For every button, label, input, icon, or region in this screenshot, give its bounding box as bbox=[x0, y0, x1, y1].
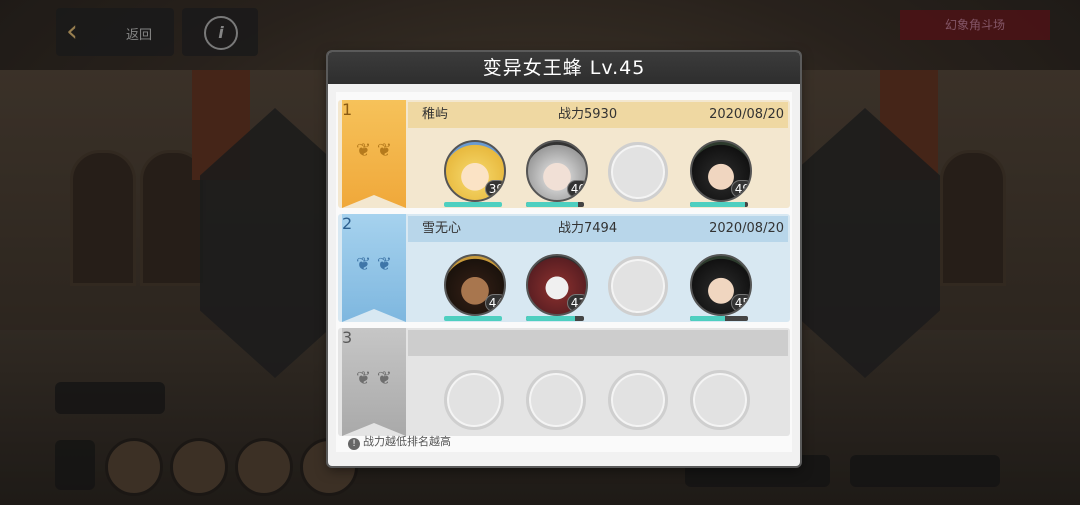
empty-hero-slot[interactable] bbox=[526, 370, 586, 430]
rank-header bbox=[408, 330, 788, 356]
empty-hero-slot[interactable] bbox=[690, 370, 750, 430]
dialog-title: 变异女王蜂 Lv.45 bbox=[328, 52, 800, 84]
empty-hero-slot[interactable] bbox=[608, 370, 668, 430]
rank-row-2: 2 ❦ ❦ 雪无心 战力7494 2020/08/20 44 41 45 bbox=[338, 214, 790, 322]
hero-hp-bar bbox=[526, 202, 584, 207]
combat-power: 战力7494 bbox=[558, 221, 618, 236]
hero-hp-bar bbox=[444, 316, 502, 321]
player-name: 稚屿 bbox=[422, 107, 449, 122]
rank-row-1: 1 ❦ ❦ 稚屿 战力5930 2020/08/20 39 40 49 bbox=[338, 100, 790, 208]
rank-number: 3 bbox=[342, 328, 353, 347]
rank-header: 雪无心 战力7494 2020/08/20 bbox=[408, 216, 788, 242]
empty-hero-slot[interactable] bbox=[608, 256, 668, 316]
footnote-text: 战力越低排名越高 bbox=[363, 435, 451, 448]
hero-hp-bar bbox=[526, 316, 584, 321]
combat-power: 战力5930 bbox=[558, 107, 618, 122]
hero-avatar[interactable]: 49 bbox=[690, 140, 752, 202]
rank-number: 2 bbox=[342, 214, 353, 233]
hero-level: 49 bbox=[730, 180, 750, 198]
hero-avatar[interactable]: 44 bbox=[444, 254, 506, 316]
hero-avatar[interactable]: 45 bbox=[690, 254, 752, 316]
rank-header: 稚屿 战力5930 2020/08/20 bbox=[408, 102, 788, 128]
rank-number: 1 bbox=[342, 100, 353, 119]
laurel-icon: ❦ ❦ bbox=[356, 254, 392, 275]
exclamation-icon: ! bbox=[348, 438, 360, 450]
hero-hp-bar bbox=[690, 316, 748, 321]
hero-level: 40 bbox=[566, 180, 586, 198]
ranking-rule-note: ! 战力越低排名越高 bbox=[348, 435, 451, 450]
ranking-list: 1 ❦ ❦ 稚屿 战力5930 2020/08/20 39 40 49 2 ❦ … bbox=[336, 92, 792, 452]
player-name: 雪无心 bbox=[422, 221, 462, 236]
hero-avatar[interactable]: 40 bbox=[526, 140, 588, 202]
hero-hp-bar bbox=[690, 202, 748, 207]
hero-level: 45 bbox=[730, 294, 750, 312]
empty-hero-slot[interactable] bbox=[608, 142, 668, 202]
ranking-dialog: 变异女王蜂 Lv.45 1 ❦ ❦ 稚屿 战力5930 2020/08/20 3… bbox=[328, 52, 800, 466]
hero-avatar[interactable]: 41 bbox=[526, 254, 588, 316]
hero-hp-bar bbox=[444, 202, 502, 207]
laurel-icon: ❦ ❦ bbox=[356, 368, 392, 389]
record-date: 2020/08/20 bbox=[709, 221, 784, 236]
hero-level: 41 bbox=[566, 294, 586, 312]
hero-level: 44 bbox=[484, 294, 504, 312]
rank-row-3: 3 ❦ ❦ bbox=[338, 328, 790, 436]
record-date: 2020/08/20 bbox=[709, 107, 784, 122]
hero-avatar[interactable]: 39 bbox=[444, 140, 506, 202]
empty-hero-slot[interactable] bbox=[444, 370, 504, 430]
hero-level: 39 bbox=[484, 180, 504, 198]
laurel-icon: ❦ ❦ bbox=[356, 140, 392, 161]
